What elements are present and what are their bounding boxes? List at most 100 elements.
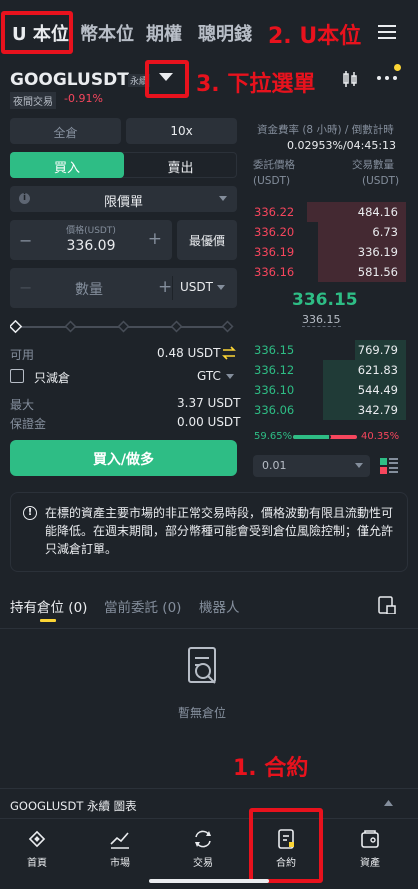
book-layout-icon[interactable] [380, 457, 398, 475]
best-price-label: 最優價 [188, 234, 225, 248]
ask-row[interactable]: 336.22 484.16 [246, 202, 406, 222]
mark-price[interactable]: 336.15 [302, 313, 341, 327]
tab-open-orders-label: 當前委託 [104, 600, 158, 616]
price-header: 委託價格 [253, 159, 295, 171]
symbol-name[interactable]: GOOGLUSDT [10, 70, 129, 90]
chart-line-icon [110, 832, 129, 849]
qty-unit: (USDT) [362, 175, 400, 187]
nav-trade-label: 交易 [193, 858, 213, 869]
tab-bots[interactable]: 機器人 [199, 596, 240, 616]
trade-icon [195, 830, 211, 848]
chart-bar[interactable]: GOOGLUSDT 永續 圖表 [0, 788, 418, 818]
sell-tab[interactable]: 賣出 [124, 152, 237, 178]
price-increment-button[interactable]: + [148, 229, 162, 249]
ask-row[interactable]: 336.16 581.56 [246, 262, 406, 282]
last-price: 336.15 [292, 290, 358, 310]
ask-price: 336.16 [254, 265, 295, 279]
precision-select[interactable]: 0.01 [253, 455, 370, 477]
nav-assets-label: 資產 [360, 858, 380, 869]
notice-text: 在標的資產主要市場的非正常交易時段，價格波動有限且流動性可能降低。在週末期間，部… [45, 506, 394, 556]
ask-qty: 336.19 [357, 245, 398, 259]
notification-dot [394, 64, 401, 71]
bid-price: 336.15 [254, 343, 295, 357]
chevron-down-icon [226, 374, 234, 379]
tab-active-indicator [40, 619, 56, 622]
quantity-decrement-button[interactable]: − [19, 278, 32, 297]
divider [172, 276, 173, 300]
buy-long-label: 買入/做多 [92, 452, 155, 468]
tif-select[interactable]: GTC [197, 369, 221, 383]
nav-trade[interactable]: 交易 [173, 828, 233, 869]
tab-options[interactable]: 期權 [146, 20, 182, 46]
buy-long-button[interactable]: 買入/做多 [10, 440, 237, 476]
empty-document-icon [188, 647, 216, 684]
price-unit: (USDT) [253, 175, 291, 187]
funding-rate-value: 0.02953%/04:45:13 [287, 139, 397, 152]
empty-state-text: 暫無倉位 [178, 706, 227, 720]
ask-row[interactable]: 336.19 336.19 [246, 242, 406, 262]
leverage-button[interactable]: 10x [126, 118, 237, 144]
available-value: 0.48 USDT [157, 346, 221, 360]
ask-price: 336.22 [254, 205, 295, 219]
bid-row[interactable]: 336.12 621.83 [246, 360, 406, 380]
order-type-select[interactable]: i 限價單 [10, 186, 237, 212]
candlestick-icon[interactable] [341, 70, 359, 88]
quantity-slider[interactable] [10, 320, 238, 334]
nav-assets[interactable]: 資產 [340, 828, 400, 869]
tab-open-orders[interactable]: 當前委託 (0) [104, 596, 181, 616]
tab-positions[interactable]: 持有倉位 (0) [10, 596, 87, 616]
nav-markets-label: 市場 [110, 858, 130, 869]
bid-qty: 342.79 [357, 403, 398, 417]
transfer-icon[interactable] [222, 346, 236, 360]
annotation-3: 3. 下拉選單 [196, 72, 316, 97]
ask-qty: 581.56 [357, 265, 398, 279]
max-label: 最大 [10, 398, 35, 412]
tab-smart-money[interactable]: 聰明錢 [198, 20, 252, 46]
ratio-bar [293, 435, 357, 439]
bid-row[interactable]: 336.06 342.79 [246, 400, 406, 420]
ask-qty: 6.73 [372, 225, 398, 239]
margin-value: 0.00 USDT [177, 415, 241, 429]
dropdown-caret-icon[interactable] [159, 73, 173, 82]
session-badge: 夜間交易 [10, 92, 56, 109]
more-icon[interactable] [376, 74, 398, 82]
bid-price: 336.06 [254, 403, 295, 417]
margin-mode-button[interactable]: 全倉 [10, 118, 121, 144]
annotation-1: 1. 合約 [233, 756, 309, 781]
order-type-label: 限價單 [103, 195, 143, 210]
chart-bar-label: GOOGLUSDT 永續 圖表 [10, 799, 137, 813]
bid-price: 336.12 [254, 363, 295, 377]
buy-ratio: 59.65% [254, 431, 293, 442]
tab-open-orders-count: (0) [162, 600, 182, 616]
funding-rate-label: 資金費率 (8 小時) / 倒數計時 [257, 124, 394, 136]
buy-tab[interactable]: 買入 [10, 152, 124, 178]
reduce-only-label: 只減倉 [34, 371, 71, 385]
available-label: 可用 [10, 348, 35, 362]
chevron-down-icon [219, 196, 227, 201]
ask-row[interactable]: 336.20 6.73 [246, 222, 406, 242]
chevron-down-icon [355, 463, 363, 468]
chevron-down-icon [217, 285, 225, 290]
leverage-label: 10x [170, 124, 193, 138]
max-value: 3.37 USDT [177, 396, 241, 410]
price-input[interactable]: − 價格(USDT) 336.09 + [10, 220, 172, 260]
quantity-input[interactable]: − 數量 + USDT [10, 268, 237, 308]
ask-price: 336.20 [254, 225, 295, 239]
menu-icon[interactable] [378, 24, 396, 40]
sell-ratio: 40.35% [361, 431, 400, 442]
order-history-icon[interactable] [378, 596, 396, 614]
wallet-icon [361, 830, 379, 848]
quantity-unit-select[interactable]: USDT [180, 280, 213, 294]
bid-row[interactable]: 336.10 544.49 [246, 380, 406, 400]
precision-value: 0.01 [262, 459, 287, 472]
nav-home[interactable]: 首頁 [7, 828, 67, 869]
nav-markets[interactable]: 市場 [90, 828, 150, 869]
qty-header: 交易數量 [352, 159, 394, 171]
best-price-button[interactable]: 最優價 [177, 220, 237, 260]
notice-box: ! 在標的資產主要市場的非正常交易時段，價格波動有限且流動性可能降低。在週末期間… [10, 492, 408, 572]
reduce-only-checkbox[interactable] [10, 369, 24, 383]
tab-coin-margined[interactable]: 幣本位 [80, 20, 134, 46]
nav-home-label: 首頁 [27, 858, 47, 869]
bid-row[interactable]: 336.15 769.79 [246, 340, 406, 360]
quantity-increment-button[interactable]: + [158, 277, 172, 297]
